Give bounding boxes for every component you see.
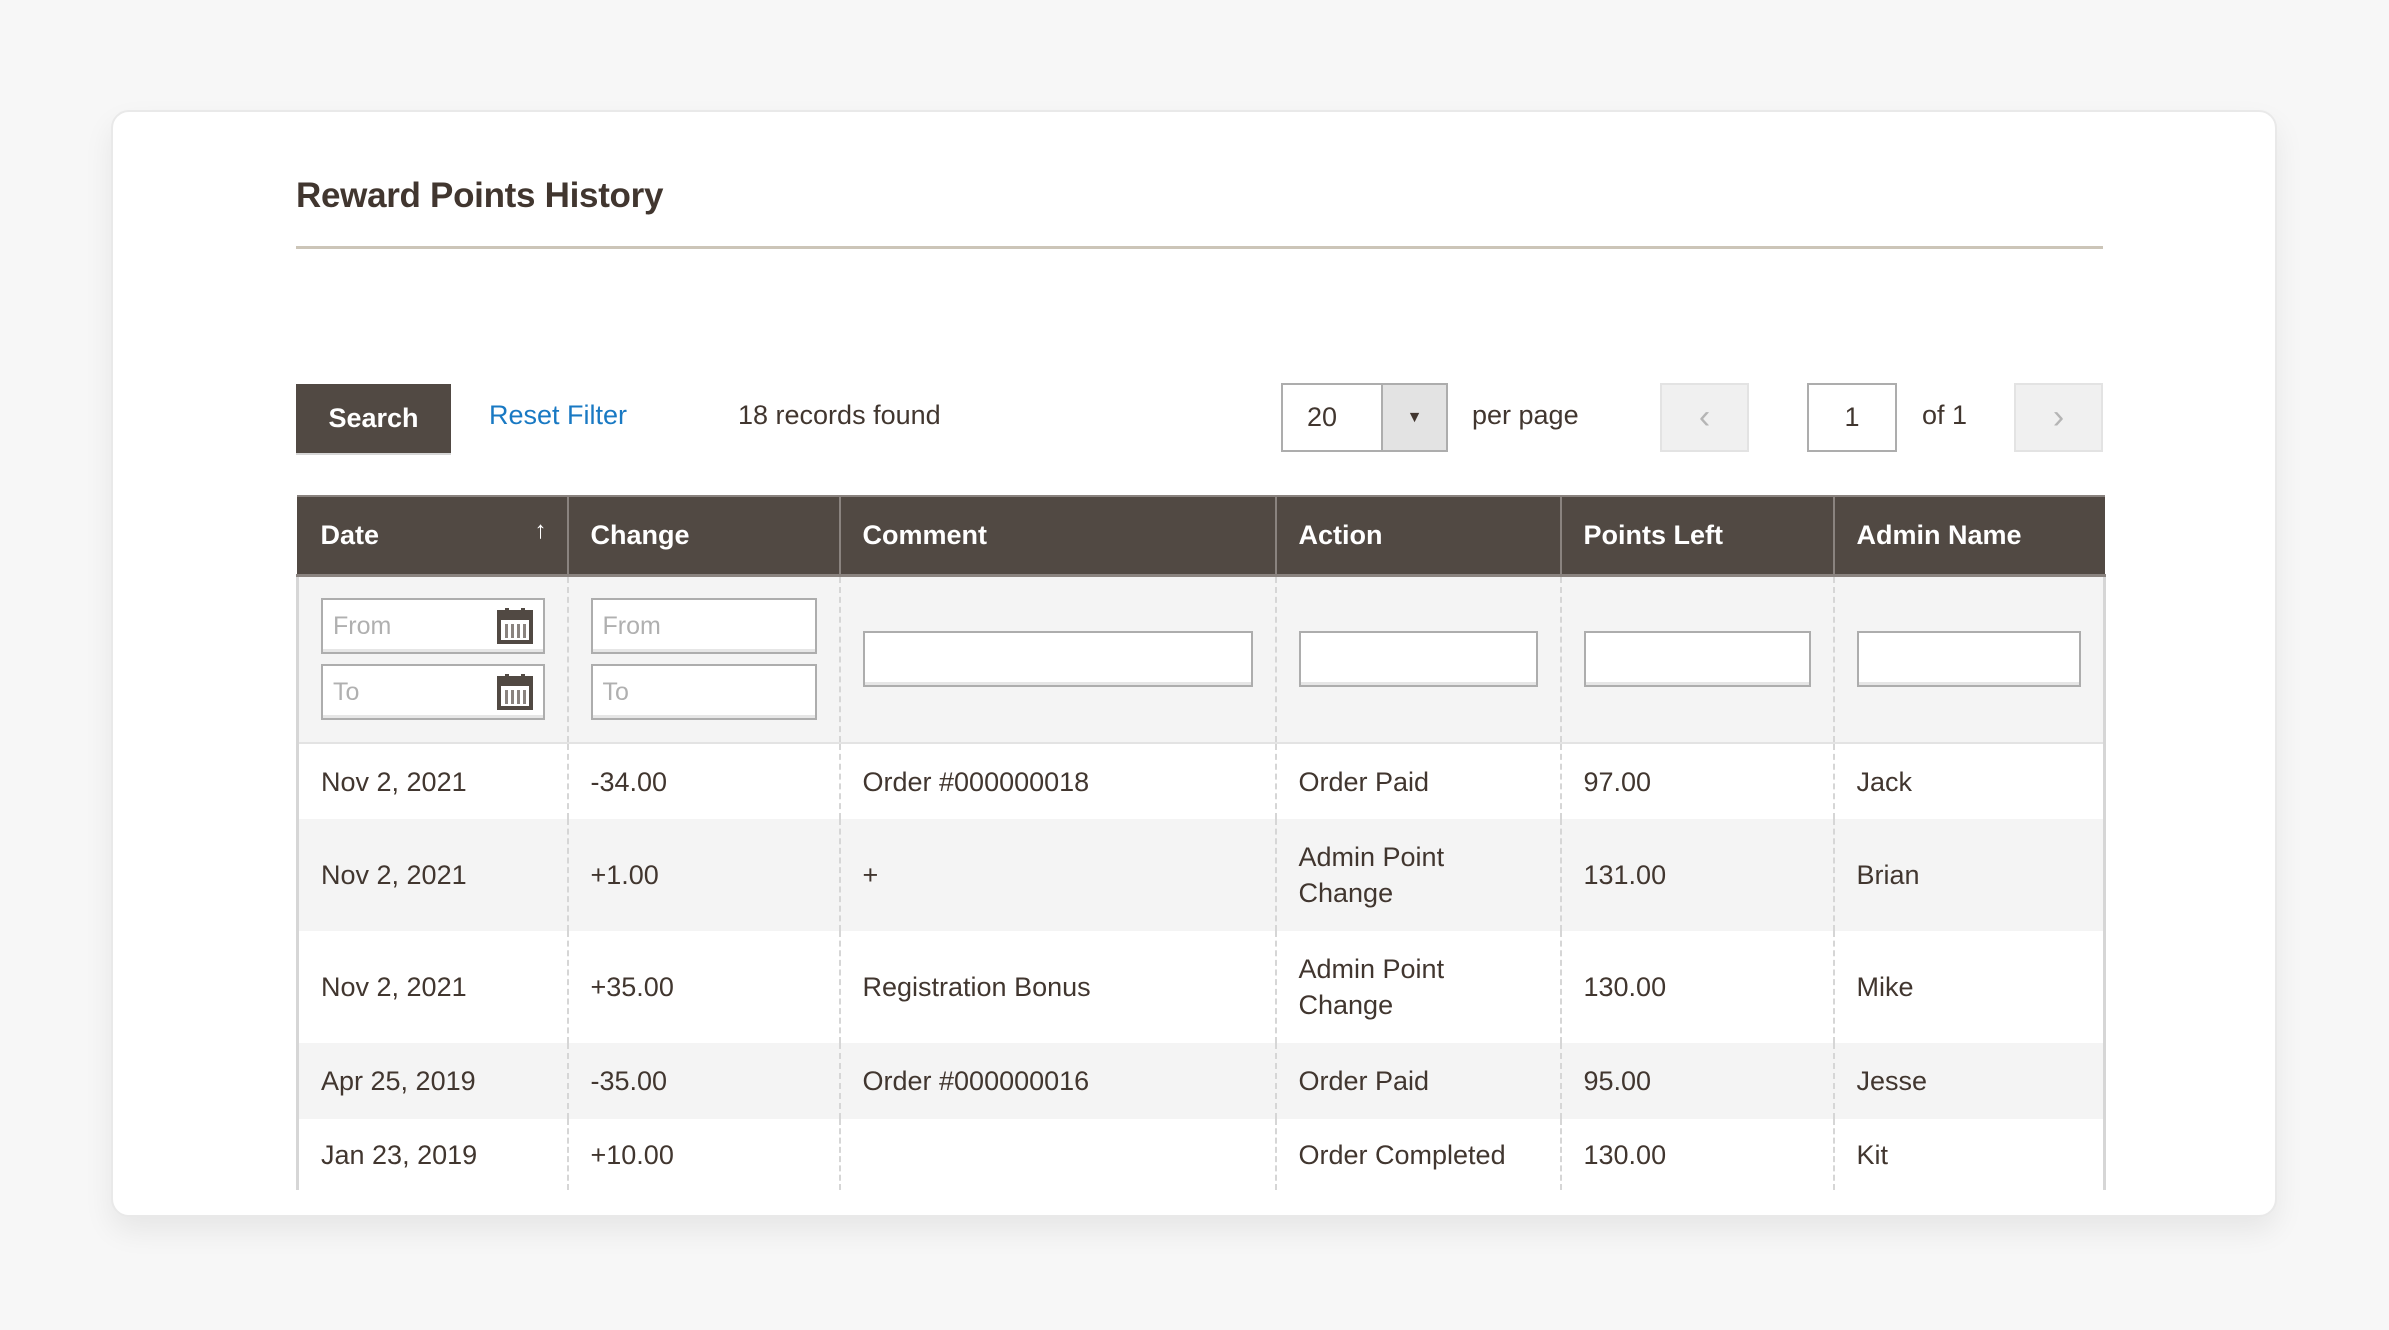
cell-comment: Registration Bonus <box>838 931 1276 1043</box>
title-divider <box>296 246 2103 249</box>
current-page-input[interactable] <box>1807 383 1897 452</box>
cell-action: Order Completed <box>1274 1119 1561 1190</box>
chevron-left-icon: ‹ <box>1698 398 1711 436</box>
cell-change: -35.00 <box>566 1043 840 1119</box>
cell-points-left: 131.00 <box>1559 819 1834 931</box>
cell-comment <box>838 1119 1276 1190</box>
column-header-action[interactable]: Action <box>1274 495 1561 577</box>
column-header-change[interactable]: Change <box>566 495 840 577</box>
column-header-admin-name[interactable]: Admin Name <box>1832 495 2105 577</box>
table-row[interactable]: Jan 23, 2019 +10.00 Order Completed 130.… <box>296 1119 2106 1190</box>
cell-admin-name: Jack <box>1832 743 2106 819</box>
table-header-row: Date ↑ Change Comment Action Points Left… <box>296 495 2105 577</box>
chevron-right-icon: › <box>2052 398 2065 436</box>
admin-name-filter-cell <box>1832 575 2106 744</box>
total-pages-label: of 1 <box>1922 400 1968 430</box>
cell-points-left: 97.00 <box>1559 743 1834 819</box>
cell-admin-name: Kit <box>1832 1119 2106 1190</box>
cell-date: Nov 2, 2021 <box>296 931 568 1043</box>
cell-comment: Order #000000016 <box>838 1043 1276 1119</box>
cell-points-left: 130.00 <box>1559 1119 1834 1190</box>
calendar-icon[interactable] <box>495 606 535 646</box>
cell-change: +10.00 <box>566 1119 840 1190</box>
reset-filter-link[interactable]: Reset Filter <box>489 400 627 431</box>
action-filter-input[interactable] <box>1298 631 1538 688</box>
change-filter-cell <box>566 575 840 744</box>
filter-row <box>296 575 2106 744</box>
cell-change: +35.00 <box>566 931 840 1043</box>
previous-page-button[interactable]: ‹ <box>1660 383 1749 452</box>
cell-change: -34.00 <box>566 743 840 819</box>
cell-points-left: 95.00 <box>1559 1043 1834 1119</box>
table-row[interactable]: Nov 2, 2021 -34.00 Order #000000018 Orde… <box>296 743 2106 819</box>
cell-action: Admin Point Change <box>1274 819 1561 931</box>
change-from-input[interactable] <box>590 598 817 655</box>
dropdown-arrow-icon[interactable]: ▼ <box>1381 385 1446 450</box>
cell-date: Apr 25, 2019 <box>296 1043 568 1119</box>
cell-points-left: 130.00 <box>1559 931 1834 1043</box>
cell-admin-name: Mike <box>1832 931 2106 1043</box>
cell-date: Jan 23, 2019 <box>296 1119 568 1190</box>
column-header-label: Change <box>590 519 690 550</box>
action-filter-cell <box>1274 575 1561 744</box>
table-row[interactable]: Nov 2, 2021 +1.00 + Admin Point Change 1… <box>296 819 2106 931</box>
search-button[interactable]: Search <box>296 384 451 453</box>
column-header-label: Action <box>1298 519 1383 550</box>
cell-admin-name: Jesse <box>1832 1043 2106 1119</box>
cell-action: Admin Point Change <box>1274 931 1561 1043</box>
column-header-label: Comment <box>862 519 988 550</box>
table-row[interactable]: Nov 2, 2021 +35.00 Registration Bonus Ad… <box>296 931 2106 1043</box>
cell-comment: Order #000000018 <box>838 743 1276 819</box>
cell-change: +1.00 <box>566 819 840 931</box>
cell-date: Nov 2, 2021 <box>296 743 568 819</box>
per-page-value: 20 <box>1307 402 1338 432</box>
comment-filter-input[interactable] <box>862 631 1253 688</box>
column-header-label: Date <box>320 519 380 550</box>
column-header-comment[interactable]: Comment <box>838 495 1276 577</box>
page-title: Reward Points History <box>296 176 664 215</box>
cell-date: Nov 2, 2021 <box>296 819 568 931</box>
change-to-input[interactable] <box>590 664 817 721</box>
table-row[interactable]: Apr 25, 2019 -35.00 Order #000000016 Ord… <box>296 1043 2106 1119</box>
records-found-count: 18 records found <box>738 400 941 430</box>
calendar-icon[interactable] <box>495 672 535 712</box>
points-left-filter-cell <box>1559 575 1834 744</box>
cell-action: Order Paid <box>1274 1043 1561 1119</box>
cell-action: Order Paid <box>1274 743 1561 819</box>
date-filter-cell <box>296 575 568 744</box>
column-header-points-left[interactable]: Points Left <box>1559 495 1834 577</box>
admin-name-filter-input[interactable] <box>1856 631 2081 688</box>
column-header-label: Admin Name <box>1856 519 2022 550</box>
column-header-label: Points Left <box>1583 519 1724 550</box>
comment-filter-cell <box>838 575 1276 744</box>
next-page-button[interactable]: › <box>2014 383 2103 452</box>
per-page-select[interactable]: 20 ▼ <box>1281 383 1448 452</box>
reward-points-table: Date ↑ Change Comment Action Points Left… <box>296 495 2106 1190</box>
sort-ascending-icon: ↑ <box>534 517 547 544</box>
cell-comment: + <box>838 819 1276 931</box>
per-page-label: per page <box>1472 400 1579 430</box>
cell-admin-name: Brian <box>1832 819 2106 931</box>
points-left-filter-input[interactable] <box>1583 631 1811 688</box>
column-header-date[interactable]: Date ↑ <box>296 495 568 577</box>
